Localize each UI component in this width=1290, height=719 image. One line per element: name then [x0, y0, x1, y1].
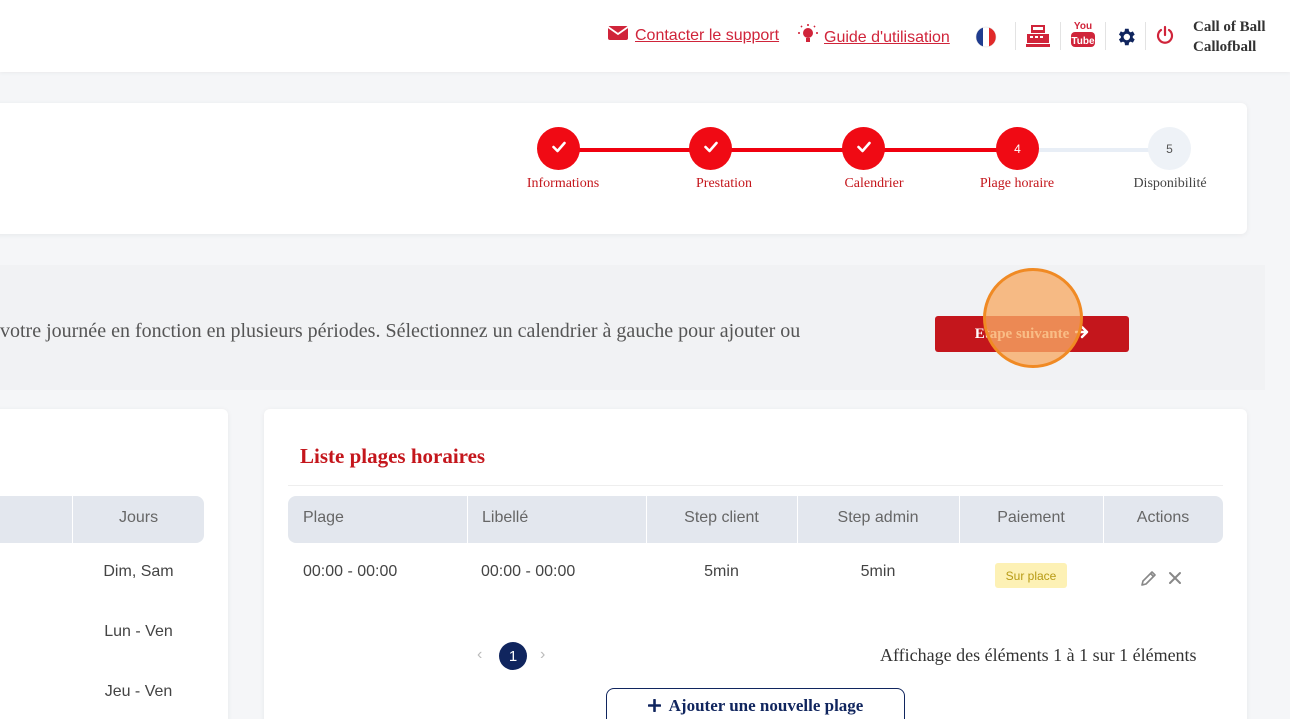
calendar-row-days[interactable]: Dim, Sam	[73, 563, 204, 581]
cell-plage: 00:00 - 00:00	[303, 563, 398, 580]
header-divider	[1060, 22, 1061, 50]
step-1-circle[interactable]	[537, 127, 580, 170]
cell-step-client: 5min	[704, 563, 739, 580]
pagination-prev[interactable]: ‹	[477, 646, 482, 664]
cash-register-icon[interactable]	[1024, 22, 1052, 50]
stepper-card	[0, 103, 1247, 234]
user-guide-link[interactable]: Guide d'utilisation	[798, 24, 950, 51]
add-time-slot-label: Ajouter une nouvelle plage	[668, 696, 864, 715]
contact-support-link[interactable]: Contacter le support	[607, 24, 779, 47]
power-icon[interactable]	[1154, 24, 1176, 46]
title-divider	[288, 485, 1223, 486]
step-5-number: 5	[1166, 141, 1173, 156]
calendar-row-days[interactable]: Lun - Ven	[73, 623, 204, 641]
header-divider	[1145, 22, 1146, 50]
step-5-label: Disponibilité	[1133, 176, 1207, 191]
header-divider	[1015, 22, 1016, 50]
stepper-progress-line	[559, 148, 1017, 152]
arrow-right-icon	[1075, 325, 1089, 344]
lightbulb-icon	[798, 24, 818, 51]
svg-text:Tube: Tube	[1071, 36, 1095, 47]
next-step-button[interactable]: Etape suivante	[935, 316, 1129, 352]
pagination-page-1[interactable]: 1	[499, 642, 527, 670]
step-3-label: Calendrier	[844, 176, 904, 191]
column-header-libelle: Libellé	[482, 509, 529, 526]
step-2-circle[interactable]	[689, 127, 732, 170]
step-4-number: 4	[1014, 141, 1021, 156]
add-time-slot-button[interactable]: Ajouter une nouvelle plage	[606, 688, 905, 719]
check-icon	[703, 141, 718, 156]
step-1-label: Informations	[526, 176, 600, 191]
table-info-text: Affichage des éléments 1 à 1 sur 1 éléme…	[880, 645, 1197, 665]
youtube-icon[interactable]: You Tube	[1069, 18, 1097, 50]
plus-icon	[647, 696, 661, 717]
france-flag-icon[interactable]	[974, 25, 998, 49]
user-account-name[interactable]: Call of Ball Callofball	[1193, 17, 1266, 57]
column-header-step-client: Step client	[684, 509, 759, 526]
envelope-icon	[607, 24, 629, 47]
column-header-actions: Actions	[1136, 509, 1190, 526]
user-name-line1: Call of Ball	[1193, 19, 1266, 35]
step-4-label: Plage horaire	[979, 176, 1055, 191]
svg-text:You: You	[1074, 21, 1092, 32]
pencil-icon[interactable]	[1139, 568, 1159, 588]
step-2-label: Prestation	[696, 176, 752, 191]
cell-step-admin: 5min	[860, 563, 896, 580]
time-slots-title: Liste plages horaires	[300, 444, 486, 468]
check-icon	[551, 141, 566, 156]
close-icon[interactable]	[1166, 568, 1184, 588]
header-divider	[1105, 22, 1106, 50]
column-header-paiement: Paiement	[997, 509, 1065, 526]
calendar-row-days[interactable]: Jeu - Ven	[73, 683, 204, 701]
column-header-plage: Plage	[303, 509, 344, 526]
user-guide-label: Guide d'utilisation	[824, 28, 950, 46]
cell-libelle: 00:00 - 00:00	[481, 563, 576, 580]
user-name-line2: Callofball	[1193, 39, 1257, 55]
pagination-next[interactable]: ›	[540, 646, 545, 664]
step-3-circle[interactable]	[842, 127, 885, 170]
next-step-label: Etape suivante	[974, 325, 1070, 342]
contact-support-label: Contacter le support	[635, 26, 780, 44]
step-5-circle[interactable]: 5	[1148, 127, 1191, 170]
column-header-jours: Jours	[118, 509, 159, 526]
step-4-circle[interactable]: 4	[996, 127, 1039, 170]
payment-badge: Sur place	[995, 563, 1067, 588]
check-icon	[856, 141, 871, 156]
column-divider	[467, 496, 468, 543]
intro-text: votre journée en fonction en plusieurs p…	[0, 320, 801, 342]
column-header-step-admin: Step admin	[837, 509, 919, 526]
gear-icon[interactable]	[1114, 25, 1138, 49]
